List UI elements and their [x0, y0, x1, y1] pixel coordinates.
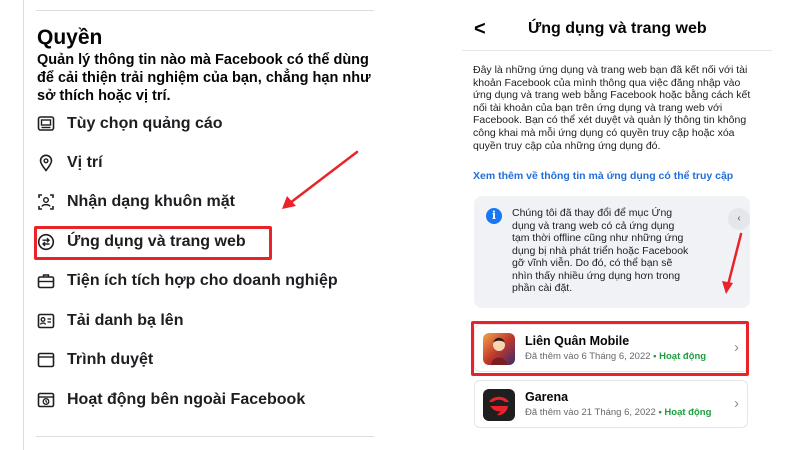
- menu-item-browser[interactable]: Trình duyệt: [37, 347, 153, 373]
- permissions-panel: Quyền Quản lý thông tin nào mà Facebook …: [0, 0, 400, 450]
- garena-logo: [483, 389, 515, 421]
- contacts-upload-icon: [37, 312, 55, 330]
- menu-item-label: Trình duyệt: [67, 351, 154, 368]
- notice-banner: i Chúng tôi đã thay đổi để mục Ứng dụng …: [474, 196, 750, 308]
- business-integrations-icon: [37, 272, 55, 290]
- panel-border: [23, 0, 24, 450]
- info-icon: i: [486, 208, 502, 224]
- highlight-box-apps-websites: [34, 226, 272, 260]
- page-description: Quản lý thông tin nào mà Facebook có thể…: [37, 52, 371, 104]
- menu-item-label: Tải danh bạ lên: [67, 312, 184, 329]
- divider-bottom: [36, 436, 374, 437]
- highlight-box-lien-quan-mobile: [471, 321, 749, 376]
- description-text: Đây là những ứng dụng và trang web bạn đ…: [473, 64, 751, 152]
- app-row-garena[interactable]: Garena Đã thêm vào 21 Tháng 6, 2022 • Ho…: [474, 380, 748, 428]
- menu-item-face-recognition[interactable]: Nhận dạng khuôn mặt: [37, 189, 235, 215]
- notice-text: Chúng tôi đã thay đổi để mục Ứng dụng và…: [512, 207, 689, 294]
- menu-item-label: Hoạt động bên ngoài Facebook: [67, 391, 306, 408]
- app-name: Garena: [525, 390, 569, 404]
- apps-websites-panel: < Ứng dụng và trang web Đây là những ứng…: [462, 0, 772, 450]
- menu-item-label: Tiện ích tích hợp cho doanh nghiệp: [67, 272, 338, 289]
- chevron-right-icon: ›: [734, 395, 739, 412]
- menu-item-label: Tùy chọn quảng cáo: [67, 115, 223, 132]
- app-added-date: Đã thêm vào 21 Tháng 6, 2022: [525, 407, 656, 418]
- dismiss-notice-button[interactable]: ‹: [728, 208, 750, 230]
- page-title: Ứng dụng và trang web: [528, 20, 707, 37]
- browser-icon: [37, 351, 55, 369]
- ad-preferences-icon: [37, 115, 55, 133]
- menu-item-location[interactable]: Vị trí: [37, 150, 103, 176]
- menu-item-label: Vị trí: [67, 154, 103, 171]
- menu-item-business-integrations[interactable]: Tiện ích tích hợp cho doanh nghiệp: [37, 268, 338, 294]
- status-badge: Hoạt động: [664, 407, 712, 418]
- page-title: Quyền: [37, 26, 103, 49]
- back-button[interactable]: <: [474, 18, 486, 41]
- menu-item-upload-contacts[interactable]: Tải danh bạ lên: [37, 308, 183, 334]
- menu-item-off-facebook-activity[interactable]: Hoạt động bên ngoài Facebook: [37, 387, 305, 413]
- app-meta: Đã thêm vào 21 Tháng 6, 2022 • Hoạt động: [525, 407, 711, 418]
- location-pin-icon: [37, 154, 55, 172]
- face-recognition-icon: [37, 193, 55, 211]
- divider-top: [36, 10, 374, 11]
- menu-item-label: Nhận dạng khuôn mặt: [67, 193, 235, 210]
- header-divider: [462, 50, 772, 51]
- menu-item-ad-preferences[interactable]: Tùy chọn quảng cáo: [37, 111, 223, 137]
- off-facebook-activity-icon: [37, 391, 55, 409]
- learn-more-link[interactable]: Xem thêm về thông tin mà ứng dụng có thể…: [473, 170, 733, 182]
